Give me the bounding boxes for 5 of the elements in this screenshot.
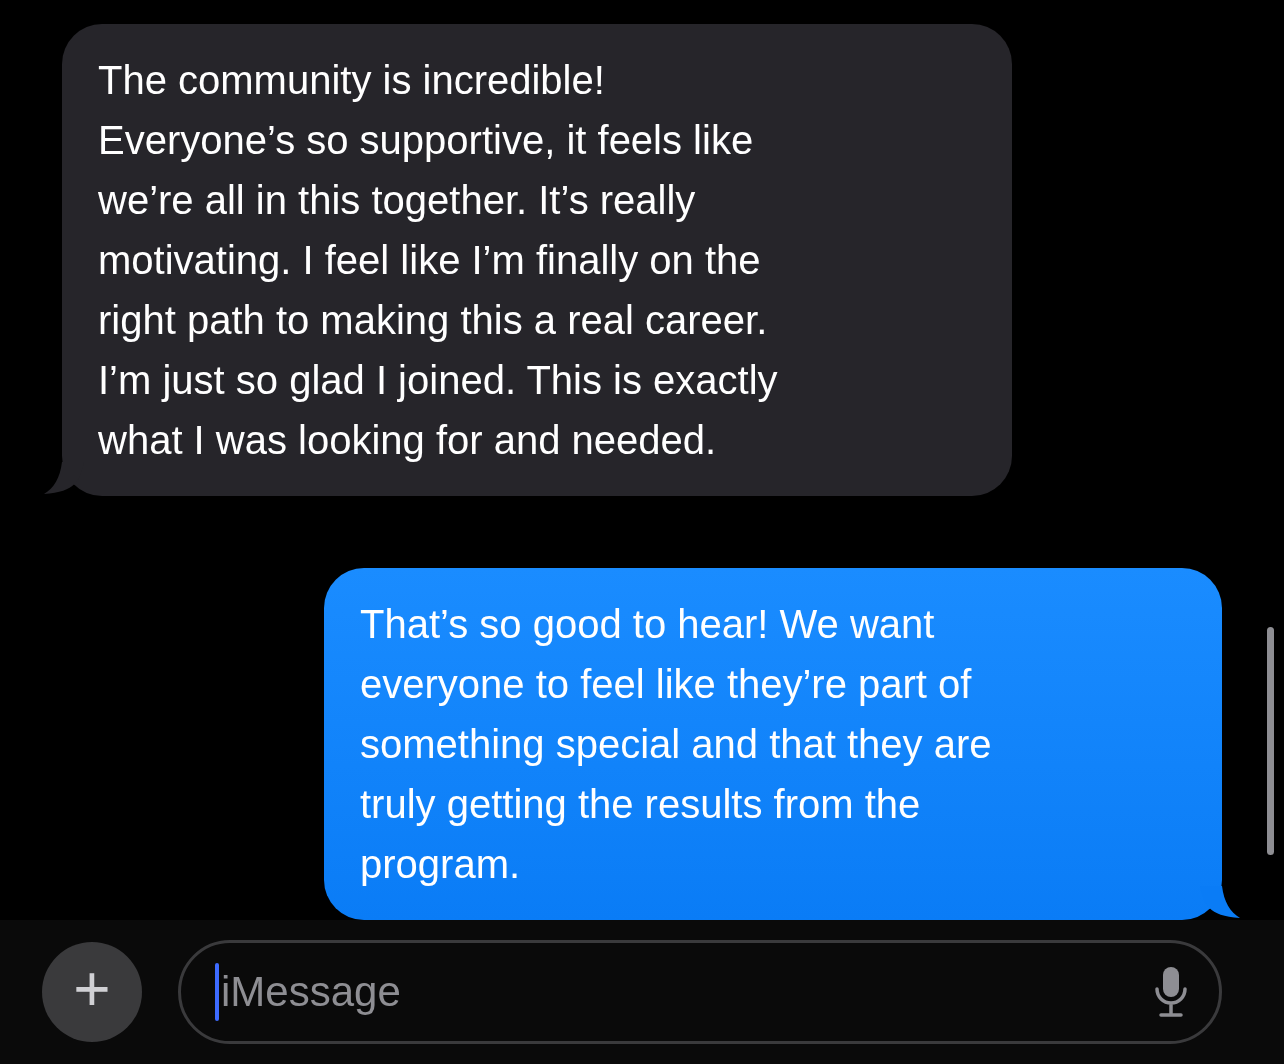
- text-cursor: [215, 963, 219, 1021]
- add-button[interactable]: +: [42, 942, 142, 1042]
- message-bar[interactable]: iMessage: [178, 940, 1222, 1044]
- message-field[interactable]: iMessage: [219, 968, 1153, 1016]
- microphone-icon[interactable]: [1153, 965, 1189, 1019]
